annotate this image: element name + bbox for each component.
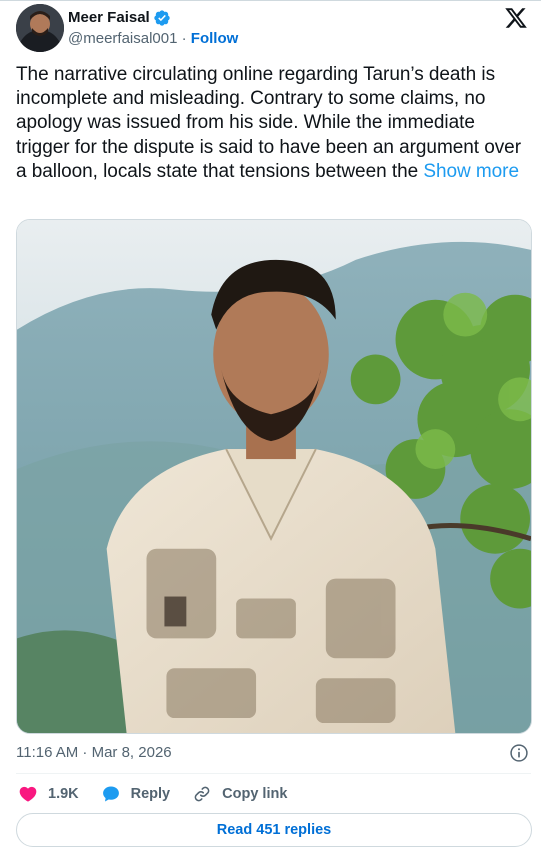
read-replies-button[interactable]: Read 451 replies (16, 813, 532, 847)
handle-separator: · (181, 30, 187, 47)
x-logo-icon[interactable] (503, 6, 529, 30)
link-icon (194, 786, 210, 802)
speech-bubble-icon (102, 786, 119, 802)
copy-link-button[interactable]: Copy link (192, 784, 287, 804)
post-text: The narrative circulating online regardi… (16, 63, 531, 184)
like-button[interactable]: 1.9K (18, 784, 79, 804)
post-photo[interactable] (16, 219, 532, 734)
info-icon[interactable] (509, 743, 529, 763)
handle-row: @meerfaisal001 · Follow (68, 29, 238, 49)
embedded-post-card: Meer Faisal @meerfaisal001 · Follow The … (0, 0, 541, 849)
post-header: Meer Faisal @meerfaisal001 · Follow (16, 4, 529, 52)
heart-icon (19, 786, 37, 802)
copy-link-label: Copy link (222, 786, 288, 802)
post-timestamp[interactable]: 11:16 AM · Mar 8, 2026 (16, 744, 172, 761)
display-name[interactable]: Meer Faisal (68, 8, 150, 28)
action-bar: 1.9K Reply Copy link (18, 781, 309, 807)
like-count: 1.9K (48, 786, 79, 802)
verified-badge-icon (153, 9, 171, 27)
reply-label: Reply (130, 786, 171, 802)
divider (16, 773, 531, 774)
avatar[interactable] (16, 4, 64, 52)
show-more-link[interactable]: Show more (423, 161, 519, 182)
follow-link[interactable]: Follow (191, 30, 239, 47)
timestamp-row: 11:16 AM · Mar 8, 2026 (16, 742, 529, 764)
display-name-row: Meer Faisal (68, 8, 171, 28)
handle[interactable]: @meerfaisal001 (68, 30, 177, 47)
reply-button[interactable]: Reply (101, 784, 171, 804)
